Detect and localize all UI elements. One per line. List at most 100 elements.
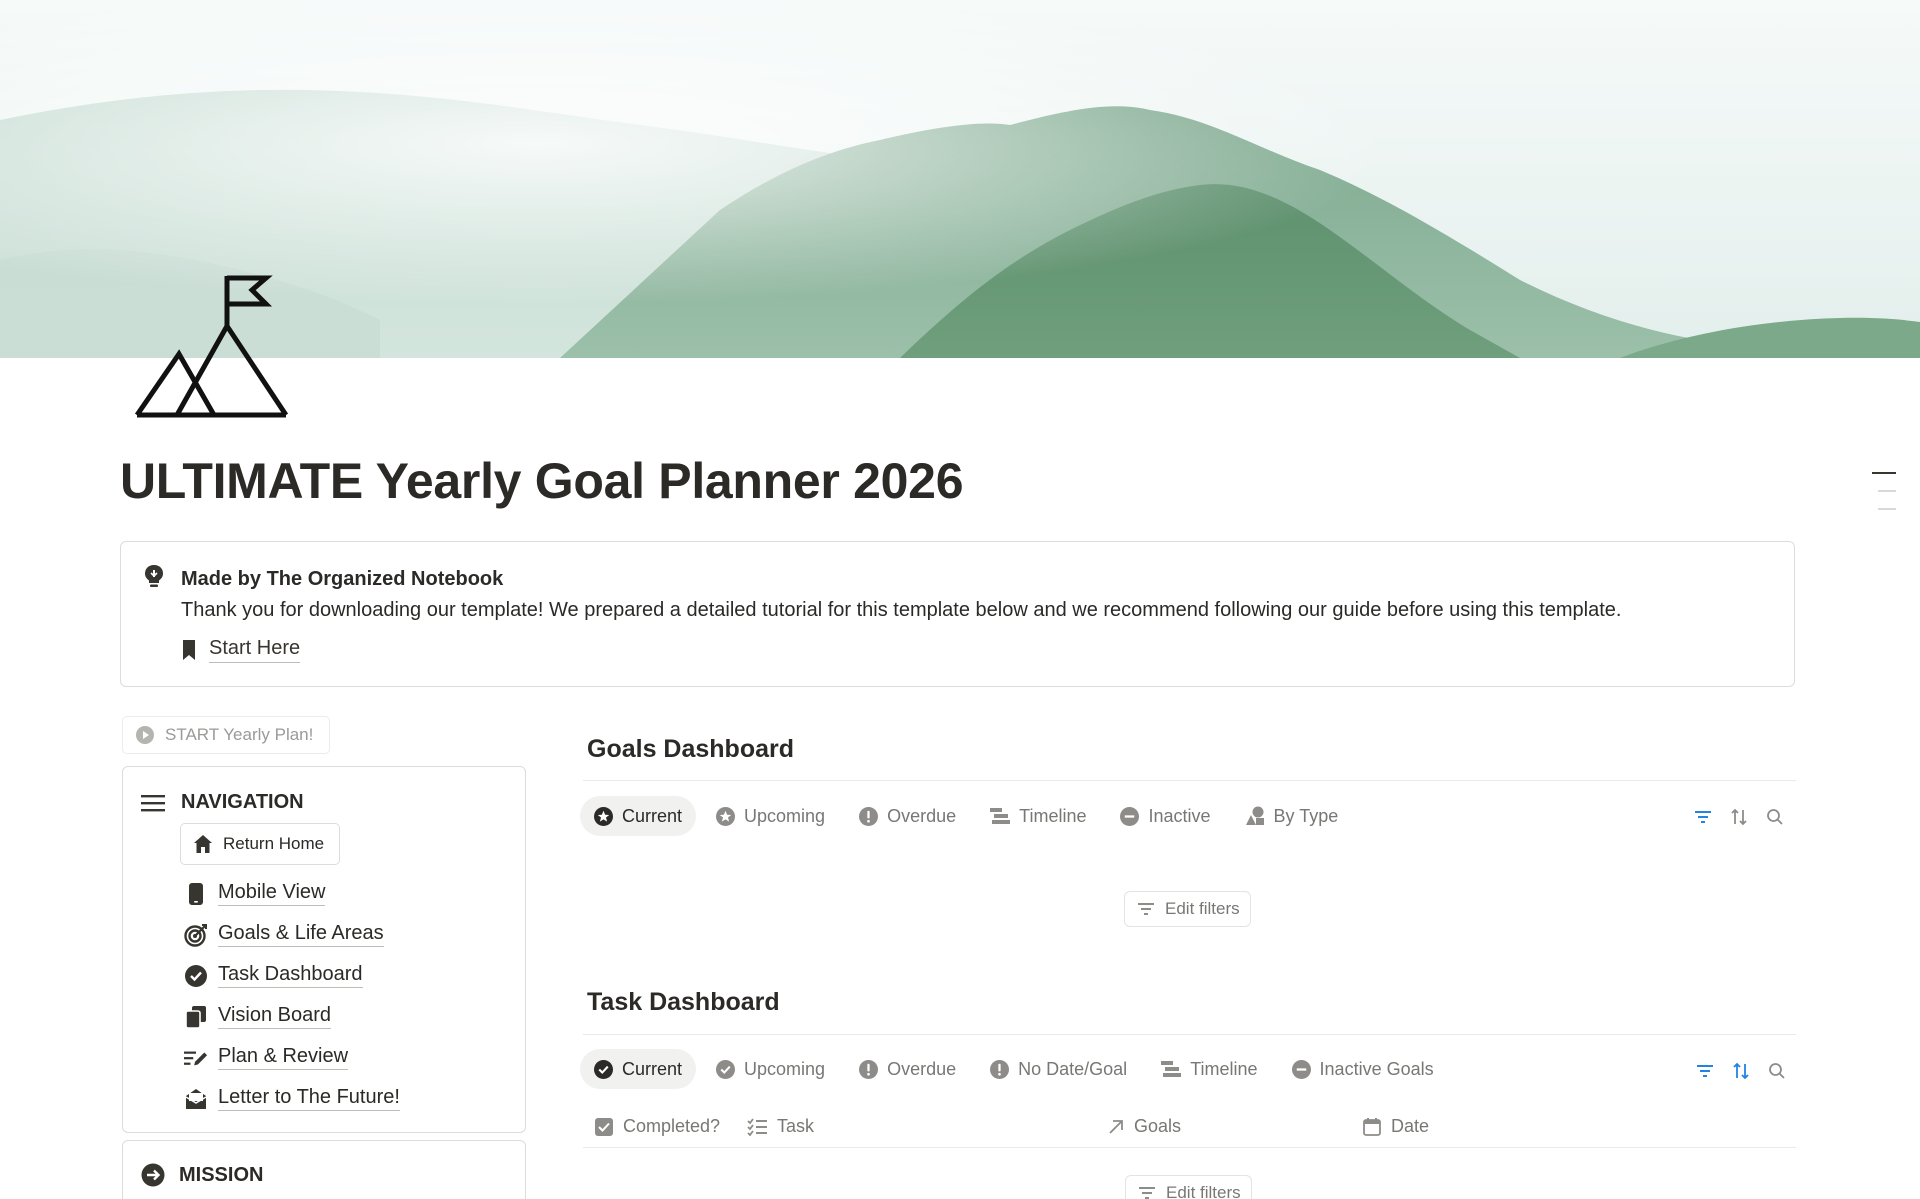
home-icon: [194, 835, 212, 853]
search-icon[interactable]: [1766, 808, 1784, 826]
nav-item-goals-life-areas[interactable]: Goals & Life Areas: [184, 914, 400, 955]
arrow-up-right-icon: [1109, 1119, 1123, 1134]
tab-goals-by-type[interactable]: By Type: [1231, 796, 1353, 836]
tab-tasks-upcoming[interactable]: Upcoming: [702, 1049, 839, 1089]
calendar-icon: [1363, 1117, 1381, 1136]
task-dashboard-title[interactable]: Task Dashboard: [587, 988, 780, 1017]
start-yearly-plan-button[interactable]: START Yearly Plan!: [122, 716, 331, 754]
tab-tasks-overdue[interactable]: Overdue: [845, 1049, 970, 1089]
timeline-icon: [990, 808, 1011, 824]
checklist-icon: [747, 1117, 767, 1136]
check-circle-icon: [594, 1059, 613, 1079]
mission-heading: MISSION: [179, 1163, 264, 1186]
tab-tasks-timeline[interactable]: Timeline: [1147, 1049, 1271, 1089]
mountain-flag-icon[interactable]: [134, 272, 290, 422]
start-here-label[interactable]: Start Here: [209, 637, 301, 663]
checkbox-icon: [595, 1117, 613, 1136]
letter-icon: [184, 1087, 208, 1111]
tasks-edit-filters-button[interactable]: Edit filters: [1125, 1175, 1252, 1199]
tab-goals-overdue[interactable]: Overdue: [845, 796, 970, 836]
tab-label: Timeline: [1190, 1058, 1258, 1079]
return-home-button[interactable]: Return Home: [180, 823, 341, 865]
navigation-header: NAVIGATION: [141, 791, 304, 814]
tab-label: Upcoming: [744, 1058, 826, 1079]
toc-line[interactable]: [1878, 490, 1896, 492]
timeline-icon: [1161, 1061, 1182, 1077]
tab-label: Overdue: [887, 805, 957, 826]
callout-body: Thank you for downloading our template! …: [181, 599, 1622, 621]
tab-label: Inactive: [1148, 805, 1211, 826]
tab-label: No Date/Goal: [1018, 1058, 1128, 1079]
check-circle-icon: [184, 964, 208, 988]
lightbulb-icon: [143, 564, 165, 590]
edit-filters-label: Edit filters: [1165, 899, 1240, 918]
tab-goals-current[interactable]: Current: [580, 796, 697, 836]
nav-item-label[interactable]: Letter to The Future!: [218, 1086, 400, 1111]
phone-icon: [184, 882, 208, 906]
toc-line[interactable]: [1878, 508, 1896, 510]
nav-item-plan-review[interactable]: Plan & Review: [184, 1037, 400, 1078]
goals-dashboard-title[interactable]: Goals Dashboard: [587, 735, 794, 764]
exclamation-circle-icon: [859, 806, 879, 826]
return-home-label: Return Home: [223, 834, 325, 853]
filter-icon: [1139, 1187, 1155, 1199]
menu-icon: [141, 794, 165, 811]
tab-label: Inactive Goals: [1319, 1058, 1434, 1079]
tab-label: By Type: [1273, 805, 1339, 826]
exclamation-circle-icon: [990, 1059, 1010, 1079]
star-circle-icon: [716, 806, 736, 826]
tab-goals-upcoming[interactable]: Upcoming: [702, 796, 839, 836]
column-label: Date: [1391, 1116, 1430, 1136]
sort-icon[interactable]: [1732, 1062, 1750, 1080]
column-header-date[interactable]: Date: [1363, 1116, 1429, 1137]
start-yearly-plan-label: START Yearly Plan!: [165, 725, 314, 744]
tab-label: Overdue: [887, 1058, 957, 1079]
minus-circle-icon: [1120, 806, 1140, 826]
column-header-completed[interactable]: Completed?: [595, 1116, 720, 1137]
exclamation-circle-icon: [859, 1059, 879, 1079]
nav-item-label[interactable]: Goals & Life Areas: [218, 922, 384, 947]
navigation-heading: NAVIGATION: [181, 791, 304, 813]
tab-tasks-current[interactable]: Current: [580, 1049, 697, 1089]
column-label: Completed?: [623, 1116, 721, 1136]
goals-view-tools: [1694, 808, 1784, 826]
mission-header: MISSION: [141, 1163, 263, 1187]
tab-goals-inactive[interactable]: Inactive: [1106, 796, 1224, 836]
nav-item-letter-future[interactable]: Letter to The Future!: [184, 1078, 400, 1119]
edit-filters-label: Edit filters: [1166, 1183, 1241, 1199]
column-header-task[interactable]: Task: [747, 1116, 814, 1137]
sort-icon[interactable]: [1730, 808, 1748, 826]
nav-item-vision-board[interactable]: Vision Board: [184, 996, 400, 1037]
tab-goals-timeline[interactable]: Timeline: [976, 796, 1100, 836]
nav-item-task-dashboard[interactable]: Task Dashboard: [184, 955, 400, 996]
nav-item-label[interactable]: Task Dashboard: [218, 963, 363, 988]
filter-icon[interactable]: [1694, 808, 1712, 826]
column-label: Goals: [1134, 1116, 1182, 1136]
minus-circle-icon: [1291, 1059, 1311, 1079]
tab-label: Timeline: [1019, 805, 1087, 826]
tab-tasks-inactive-goals[interactable]: Inactive Goals: [1278, 1049, 1448, 1089]
navigation-panel: NAVIGATION Return Home Mobile View Goals…: [122, 766, 526, 1133]
arrow-circle-right-icon: [141, 1163, 165, 1187]
toc-line-active[interactable]: [1872, 472, 1896, 474]
search-icon[interactable]: [1768, 1062, 1786, 1080]
target-icon: [184, 923, 208, 947]
goals-edit-filters-button[interactable]: Edit filters: [1124, 891, 1251, 927]
page-title[interactable]: ULTIMATE Yearly Goal Planner 2026: [120, 452, 964, 510]
shapes-icon: [1245, 806, 1264, 825]
task-view-tabs: Current Upcoming Overdue No Date/Goal Ti…: [580, 1049, 1448, 1089]
nav-item-label[interactable]: Vision Board: [218, 1004, 332, 1029]
tab-label: Current: [622, 805, 683, 826]
divider: [583, 780, 1796, 781]
table-of-contents[interactable]: [1872, 472, 1896, 526]
tab-label: Current: [622, 1058, 683, 1079]
task-table-header: Completed? Task Goals Date: [583, 1108, 1796, 1148]
nav-item-label[interactable]: Mobile View: [218, 881, 326, 906]
start-here-link[interactable]: Start Here: [181, 637, 301, 663]
nav-item-label[interactable]: Plan & Review: [218, 1045, 349, 1070]
column-header-goals[interactable]: Goals: [1108, 1116, 1181, 1137]
check-circle-icon: [716, 1059, 736, 1079]
nav-item-mobile-view[interactable]: Mobile View: [184, 873, 400, 914]
filter-icon[interactable]: [1696, 1062, 1714, 1080]
tab-tasks-no-date-goal[interactable]: No Date/Goal: [976, 1049, 1141, 1089]
